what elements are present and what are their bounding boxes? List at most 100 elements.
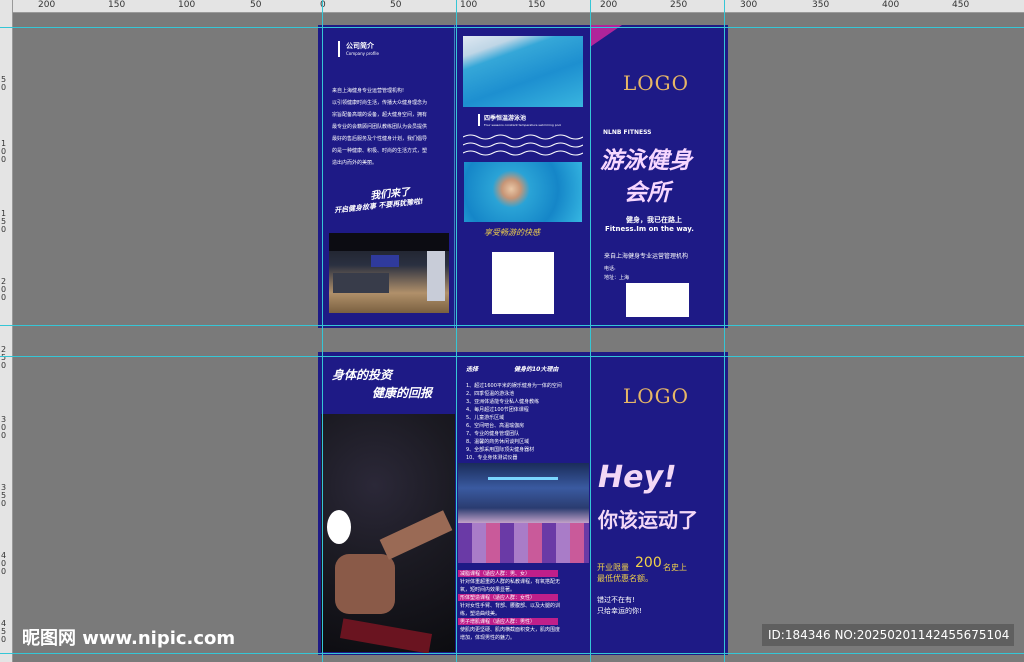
miss-line-1: 错过不在有! xyxy=(597,596,635,604)
headline-line-2: 健康的回报 xyxy=(372,386,433,400)
qr-code-placeholder xyxy=(492,252,554,314)
brochure-back: 身体的投资 健康的回报 选择 健身的10大理由 1、超过1600平米的娱乐健身为… xyxy=(318,352,728,655)
ruler-label: 150 xyxy=(1,209,7,234)
brand-cn-line-2: 会所 xyxy=(624,180,670,206)
intro-line: 来自上海健身专业运营管理机构! xyxy=(332,88,405,94)
ruler-label: 350 xyxy=(812,0,830,10)
ruler-label: 50 xyxy=(250,0,262,10)
brand-en: NLNB FITNESS xyxy=(603,129,652,136)
reasons-left: 选择 xyxy=(466,366,479,373)
logo-front: LOGO xyxy=(623,71,690,95)
pool-caption: 享受畅游的快感 xyxy=(484,228,540,237)
course-2-desc: 练，塑造曲线美。 xyxy=(460,611,501,617)
swimming-pool-photo xyxy=(463,36,583,107)
guide-line xyxy=(0,653,1024,654)
reason-item: 2、四季恒温的游泳池 xyxy=(466,391,515,397)
logo-back: LOGO xyxy=(623,384,690,408)
phone-label: 电话: xyxy=(604,266,616,272)
left-ruler: 50 100 150 200 250 300 350 400 450 xyxy=(0,0,13,662)
miss-line-2: 只给幸运的你! xyxy=(597,607,642,615)
corner-accent xyxy=(590,25,622,47)
guide-line xyxy=(724,0,725,662)
ruler-label: 200 xyxy=(38,0,56,10)
ruler-label: 250 xyxy=(670,0,688,10)
title-accent-bar xyxy=(338,41,340,57)
headline-line-1: 身体的投资 xyxy=(332,368,393,382)
kids-swimming-photo xyxy=(464,162,582,222)
guide-line xyxy=(456,0,457,662)
map-placeholder xyxy=(626,283,689,317)
intro-text: 来自上海健身专业运营管理机构! 以引领健康时尚生活，传播大众健身理念为 宗旨配备… xyxy=(332,87,427,167)
intro-line: 最专业的会籍顾问团队教练团队为会员提供 xyxy=(332,124,428,130)
ruler-label: 150 xyxy=(108,0,126,10)
ruler-label: 100 xyxy=(178,0,196,10)
limit-number: 200 xyxy=(635,555,662,571)
motto-cn: 健身，我已在路上 xyxy=(626,216,682,224)
course-3-desc: 使肌肉更坚硬、肌肉横截面积变大，肌肉围度 xyxy=(460,627,561,633)
reason-item: 8、温馨的商务休闲谈判区域 xyxy=(466,439,530,445)
reason-item: 9、全部采用国际顶尖健身器材 xyxy=(466,447,535,453)
intro-line: 最好的售后服务及个性健身计划，我们倡导 xyxy=(332,136,428,142)
ruler-label: 300 xyxy=(1,415,7,440)
course-1-title: 减脂课程（适应人群：男、女） xyxy=(460,571,531,577)
ruler-label: 100 xyxy=(1,139,7,164)
studio-photo xyxy=(458,463,589,563)
guide-line xyxy=(322,0,323,662)
ruler-label: 50 xyxy=(390,0,402,10)
ruler-label: 200 xyxy=(1,277,7,302)
ruler-label: 350 xyxy=(1,483,7,508)
guide-line xyxy=(0,27,1024,28)
guide-line xyxy=(590,0,591,662)
ruler-label: 150 xyxy=(528,0,546,10)
org-line: 来自上海健身专业运营管理机构 xyxy=(604,253,689,260)
ruler-label: 300 xyxy=(740,0,758,10)
top-ruler: 200 150 100 50 0 50 100 150 200 250 300 … xyxy=(0,0,1024,13)
site-watermark: 昵图网 www.nipic.com xyxy=(22,628,236,649)
course-1-desc: 氧，短时间内效果显著。 xyxy=(460,587,516,593)
reason-item: 3、亚洲体适能专业私人健身教练 xyxy=(466,399,540,405)
ruler-label: 200 xyxy=(600,0,618,10)
reason-item: 4、每月超过100节团体课程 xyxy=(466,407,529,413)
reasons-list: 1、超过1600平米的娱乐健身为一体的空间 2、四季恒温的游泳池 3、亚洲体适能… xyxy=(466,382,562,462)
intro-title: 公司简介 xyxy=(346,42,374,50)
brochure-front: 公司简介 Company profile 来自上海健身专业运营管理机构! 以引领… xyxy=(318,25,728,328)
course-2-desc: 针对女性手臂、背部、腰腹部、以及大腿的训 xyxy=(460,603,561,609)
ruler-label: 450 xyxy=(952,0,970,10)
reasons-right: 健身的10大理由 xyxy=(514,366,559,373)
intro-subtitle: Company profile xyxy=(346,51,379,56)
limit-line-2: 最低优惠名额。 xyxy=(597,574,653,583)
workout-photo xyxy=(321,414,455,654)
course-3-title: 男子增肌课程（适应人群：男性） xyxy=(460,619,536,625)
fold-line xyxy=(454,25,455,328)
intro-line: 以引领健康时尚生活，传播大众健身理念为 xyxy=(332,100,428,106)
ruler-label: 450 xyxy=(1,619,7,644)
limit-suffix: 名史上 xyxy=(663,563,687,572)
address-label: 地址：上海 xyxy=(604,275,630,281)
limit-prefix: 开业限量 xyxy=(597,563,629,572)
pool-accent-bar xyxy=(478,114,480,126)
reason-item: 5、儿童游乐区域 xyxy=(466,415,505,421)
gym-interior-photo xyxy=(329,233,449,313)
guide-line xyxy=(0,356,1024,357)
reason-item: 10、专业身体测试仪器 xyxy=(466,455,518,461)
ruler-label: 50 xyxy=(1,75,7,92)
motto-en: Fitness.Im on the way. xyxy=(605,225,694,233)
reason-item: 1、超过1600平米的娱乐健身为一体的空间 xyxy=(466,383,562,389)
pool-subtitle: Four seasons constant temperature swimmi… xyxy=(484,123,562,127)
hey-text: Hey! xyxy=(598,460,677,495)
wave-decoration xyxy=(463,134,583,156)
course-2-title: 形体塑造课程（适应人群：女性） xyxy=(460,595,536,601)
pool-title: 四季恒温游泳池 xyxy=(484,115,527,122)
ruler-label: 400 xyxy=(1,551,7,576)
reason-item: 6、空间吧台、高温瑜伽房 xyxy=(466,423,525,429)
intro-line: 造出内而外的美丽。 xyxy=(332,160,378,166)
ruler-label: 400 xyxy=(882,0,900,10)
reason-item: 7、专业的健身管理团队 xyxy=(466,431,520,437)
brand-cn-line-1: 游泳健身 xyxy=(600,148,692,174)
intro-line: 宗旨配备高端的设备，超大健身空间，拥有 xyxy=(332,112,428,118)
ruler-label: 250 xyxy=(1,345,7,370)
course-3-desc: 增加，体现男性的魅力。 xyxy=(460,635,516,641)
intro-line: 的是一种健康、积极、时尚的生活方式，塑 xyxy=(332,148,428,154)
course-1-desc: 针对体重超重的人群的私教课程，有氧搭配无 xyxy=(460,579,561,585)
ruler-label: 100 xyxy=(460,0,478,10)
